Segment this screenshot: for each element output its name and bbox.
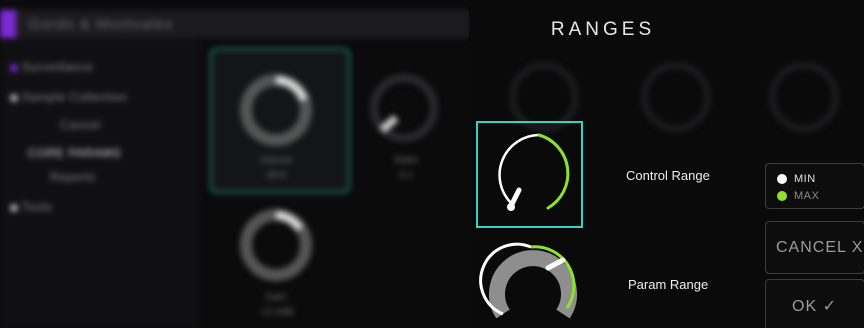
background-title-accent — [0, 10, 16, 38]
background-app-title: Gordo & Montvales — [28, 16, 174, 33]
cancel-button[interactable]: CANCEL X — [765, 221, 864, 274]
background-menu-item: Sample Collection — [22, 90, 128, 104]
background-menu-item: Tools — [22, 200, 53, 214]
background-knob-label: Ratio — [394, 155, 418, 166]
legend-min-label: MIN — [794, 173, 816, 185]
legend-max-row[interactable]: MAX — [777, 190, 819, 202]
background-menu-item: Reports — [50, 170, 96, 184]
background-knob-value: -12.0dB — [258, 307, 294, 318]
background-menu-item: Cancel — [60, 118, 101, 132]
background-menu-item: CORE PARAMS — [28, 146, 122, 160]
background-side-menu: Surveillance Sample Collection Cancel CO… — [0, 38, 200, 328]
legend-max-label: MAX — [794, 190, 820, 202]
param-range-label: Param Range — [628, 277, 709, 292]
background-knob-icon — [240, 209, 312, 281]
background-title-bar: Gordo & Montvales — [0, 10, 470, 38]
background-knob-value: 3:1 — [399, 170, 413, 181]
param-range-knob-icon[interactable] — [479, 236, 583, 328]
background-knob-icon — [240, 74, 312, 146]
background-knob-label: Gain — [265, 292, 287, 303]
ghost-knob-icon — [769, 62, 839, 132]
ranges-title: RANGES — [550, 19, 656, 40]
min-max-legend[interactable]: MIN MAX — [765, 163, 864, 209]
control-range-knob-icon[interactable] — [479, 124, 583, 228]
menu-dot-icon — [10, 64, 18, 72]
max-dot-icon — [777, 191, 787, 201]
control-range-label: Control Range — [626, 168, 710, 183]
ranges-panel: RANGES Control Range Param Range MIN MAX… — [469, 0, 864, 328]
background-knob-label: Volume — [259, 155, 293, 166]
menu-dot-icon — [10, 204, 18, 212]
ghost-knob-icon — [641, 62, 711, 132]
background-knob-value: 49.8 — [266, 170, 286, 181]
min-dot-icon — [777, 174, 787, 184]
background-menu-item: Surveillance — [22, 60, 94, 74]
ok-button[interactable]: OK ✓ — [765, 279, 864, 328]
legend-min-row[interactable]: MIN — [777, 173, 816, 185]
background-knob-icon — [370, 74, 438, 142]
menu-dot-icon — [10, 94, 18, 102]
